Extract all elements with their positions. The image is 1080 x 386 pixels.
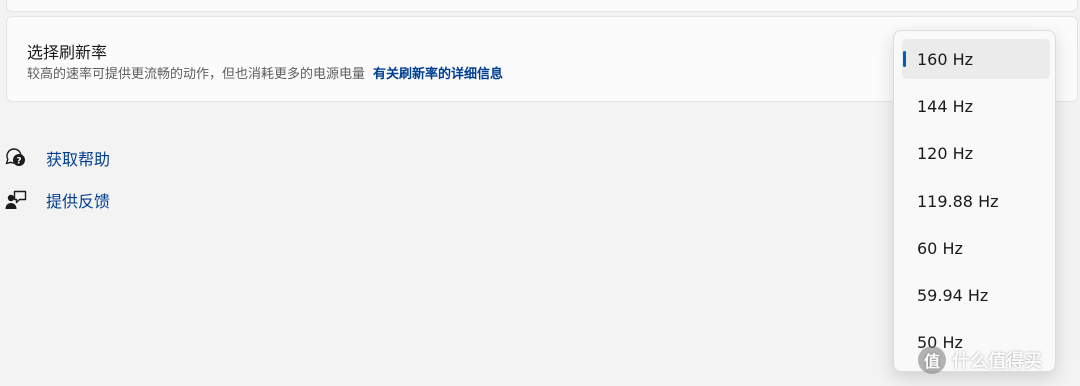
dropdown-option-label: 59.94 Hz xyxy=(917,285,989,305)
dropdown-option-160hz[interactable]: 160 Hz xyxy=(902,39,1050,79)
get-help-link[interactable]: 获取帮助 xyxy=(46,146,110,170)
refresh-rate-info-link[interactable]: 有关刷新率的详细信息 xyxy=(373,67,503,82)
setting-title: 选择刷新率 xyxy=(27,43,108,62)
dropdown-option-59-94hz[interactable]: 59.94 Hz xyxy=(902,275,1050,315)
setting-description-text: 较高的速率可提供更流畅的动作，但也消耗更多的电源电量 xyxy=(27,67,366,82)
svg-text:?: ? xyxy=(16,157,21,167)
dropdown-option-144hz[interactable]: 144 Hz xyxy=(902,86,1050,126)
watermark-logo: 值 xyxy=(918,346,946,374)
previous-setting-card xyxy=(6,0,1078,12)
watermark-text: 什么值得买 xyxy=(952,351,1042,372)
dropdown-option-label: 120 Hz xyxy=(917,143,974,163)
dropdown-option-60hz[interactable]: 60 Hz xyxy=(902,228,1050,268)
dropdown-option-label: 160 Hz xyxy=(917,49,974,69)
setting-description: 较高的速率可提供更流畅的动作，但也消耗更多的电源电量 有关刷新率的详细信息 xyxy=(27,63,503,82)
get-help-row[interactable]: ? 获取帮助 xyxy=(4,146,110,170)
give-feedback-link[interactable]: 提供反馈 xyxy=(46,188,110,212)
refresh-rate-dropdown[interactable]: 160 Hz 144 Hz 120 Hz 119.88 Hz 60 Hz 59.… xyxy=(893,30,1056,372)
dropdown-option-label: 144 Hz xyxy=(917,96,974,116)
give-feedback-row[interactable]: 提供反馈 xyxy=(4,188,110,212)
dropdown-option-label: 60 Hz xyxy=(917,238,963,258)
dropdown-option-119-88hz[interactable]: 119.88 Hz xyxy=(902,181,1050,221)
selected-indicator xyxy=(903,51,906,67)
site-watermark: 值 什么值得买 xyxy=(918,340,1078,380)
feedback-icon xyxy=(5,190,27,209)
dropdown-option-120hz[interactable]: 120 Hz xyxy=(902,133,1050,173)
dropdown-option-label: 119.88 Hz xyxy=(917,191,999,211)
help-chat-icon: ? xyxy=(5,148,25,167)
